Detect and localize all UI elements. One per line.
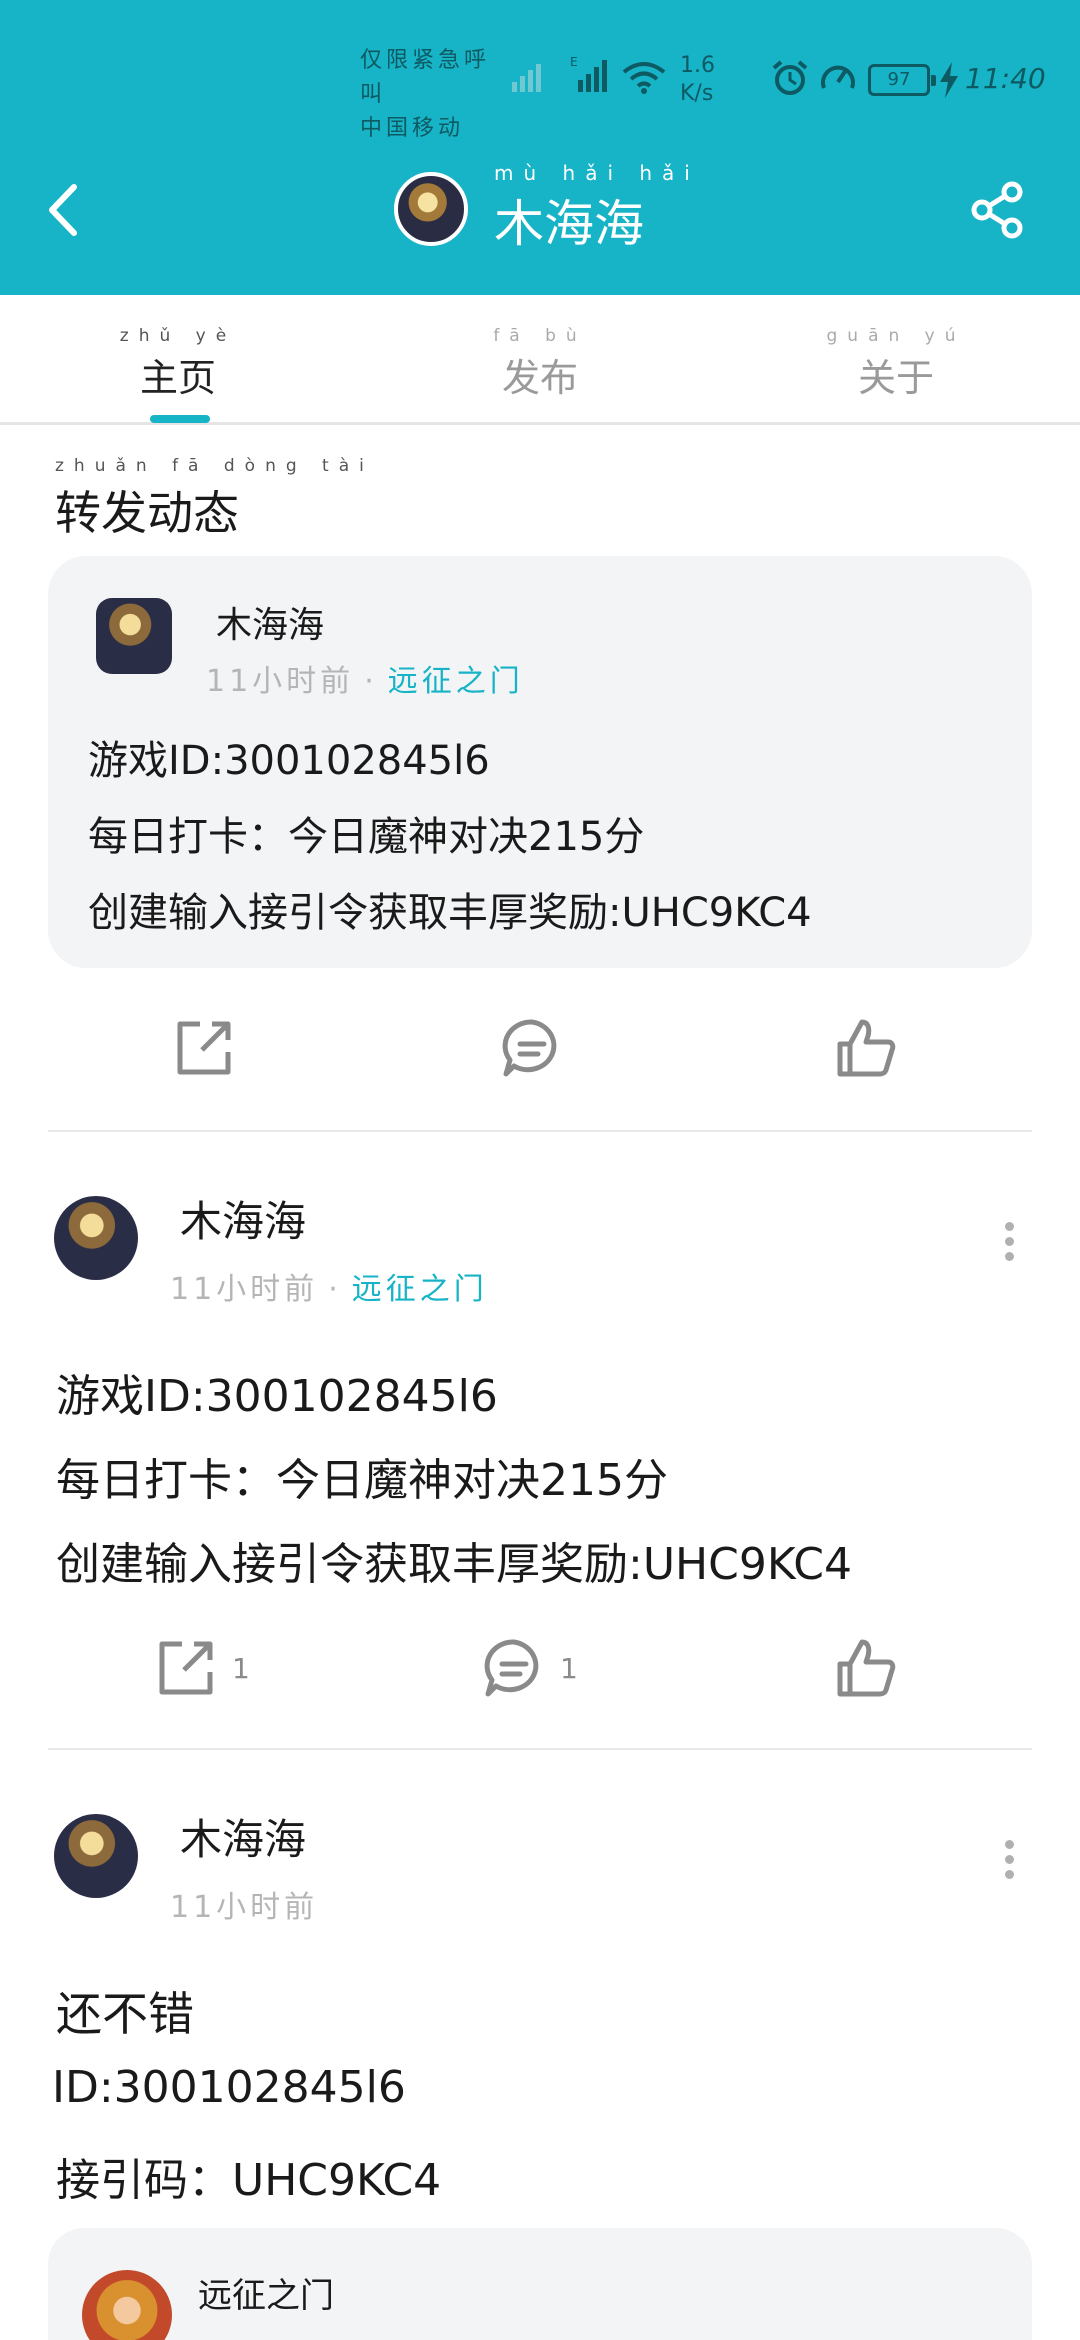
game-icon [82,2270,172,2340]
attachment-card[interactable]: 远征之门 [48,2228,1032,2340]
comment-button[interactable]: 1 [482,1636,578,1700]
game-tag[interactable]: 远征之门 [352,1272,488,1307]
app-header: 仅限紧急呼叫 中国移动 E 1.6 K/s 97 11:40 mù hǎi hǎ… [0,0,1080,295]
post-text-line: 接引码：UHC9KC4 [56,2155,442,2206]
signal-icon [512,64,541,92]
forwarded-post-card[interactable]: 木海海 11小时前 · 远征之门 游戏ID:300102845l6 每日打卡：今日魔… [48,556,1032,968]
post-text-line: 游戏ID:300102845l6 [88,738,490,784]
share-arrow-icon [159,1641,213,1695]
post-meta: 11小时前 [170,1890,319,1925]
post-text-line: 还不错 [56,1987,194,2041]
data-saver-icon [821,65,855,89]
author-name[interactable]: 木海海 [180,1806,306,1867]
forward-count: 1 [232,1651,250,1685]
chevron-left-icon [49,184,77,236]
author-name[interactable]: 木海海 [216,596,324,648]
status-bar: 仅限紧急呼叫 中国移动 E 1.6 K/s 97 11:40 [0,40,1080,141]
svg-text:E: E [570,55,578,69]
tab-bar: zhǔ yè 主页 fā bù 发布 guān yú 关于 [0,295,1080,425]
like-button[interactable] [834,1636,898,1700]
more-options-button[interactable] [994,1840,1024,1890]
avatar[interactable] [96,598,172,674]
post-text-line: 创建输入接引令获取丰厚奖励:UHC9KC4 [56,1539,852,1590]
share-arrow-icon [177,1021,231,1075]
tab-publish[interactable]: fā bù 发布 [440,325,640,402]
avatar[interactable] [54,1196,138,1280]
battery-indicator: 97 [868,64,936,96]
carrier-text: 仅限紧急呼叫 中国移动 [360,48,491,141]
game-tag[interactable]: 远征之门 [388,664,524,699]
comment-icon [484,1639,539,1697]
comment-button[interactable] [500,1016,564,1080]
comment-count: 1 [560,1651,578,1685]
profile-name: mù hǎi hǎi 木海海 [494,161,700,253]
charging-icon [940,62,958,98]
active-tab-indicator [150,415,210,423]
back-button[interactable] [40,175,90,245]
forward-button[interactable]: 1 [154,1636,250,1700]
tab-about[interactable]: guān yú 关于 [796,325,996,402]
share-icon [971,181,1023,239]
network-speed: 1.6 K/s [680,53,715,106]
comment-icon [502,1019,557,1077]
divider [48,1130,1032,1132]
wifi-icon [622,62,666,94]
divider [48,1748,1032,1750]
signal-strong-icon: E [570,55,607,92]
post-meta: 11小时前 · 远征之门 [170,1272,488,1307]
clock: 11:40 [965,62,1046,95]
alarm-icon [772,60,808,95]
post-text-line: 每日打卡：今日魔神对决215分 [88,814,645,860]
author-name[interactable]: 木海海 [180,1188,306,1249]
post-text-line: ID:300102845l6 [52,2062,406,2113]
thumbs-up-icon [837,1019,896,1077]
avatar[interactable] [54,1814,138,1898]
forward-button[interactable] [172,1016,236,1080]
section-title: zhuǎn fā dòng tài 转发动态 [55,456,374,540]
share-button[interactable] [968,180,1028,240]
post-text-line: 创建输入接引令获取丰厚奖励:UHC9KC4 [88,890,812,936]
attachment-title: 远征之门 [198,2276,334,2316]
post-text-line: 每日打卡：今日魔神对决215分 [56,1455,668,1506]
like-button[interactable] [834,1016,898,1080]
tab-home[interactable]: zhǔ yè 主页 [78,325,278,402]
thumbs-up-icon [837,1639,896,1697]
post-meta: 11小时前 · 远征之门 [206,664,524,699]
profile-avatar[interactable] [394,172,468,246]
more-options-button[interactable] [994,1222,1024,1272]
post-text-line: 游戏ID:300102845l6 [56,1371,498,1422]
